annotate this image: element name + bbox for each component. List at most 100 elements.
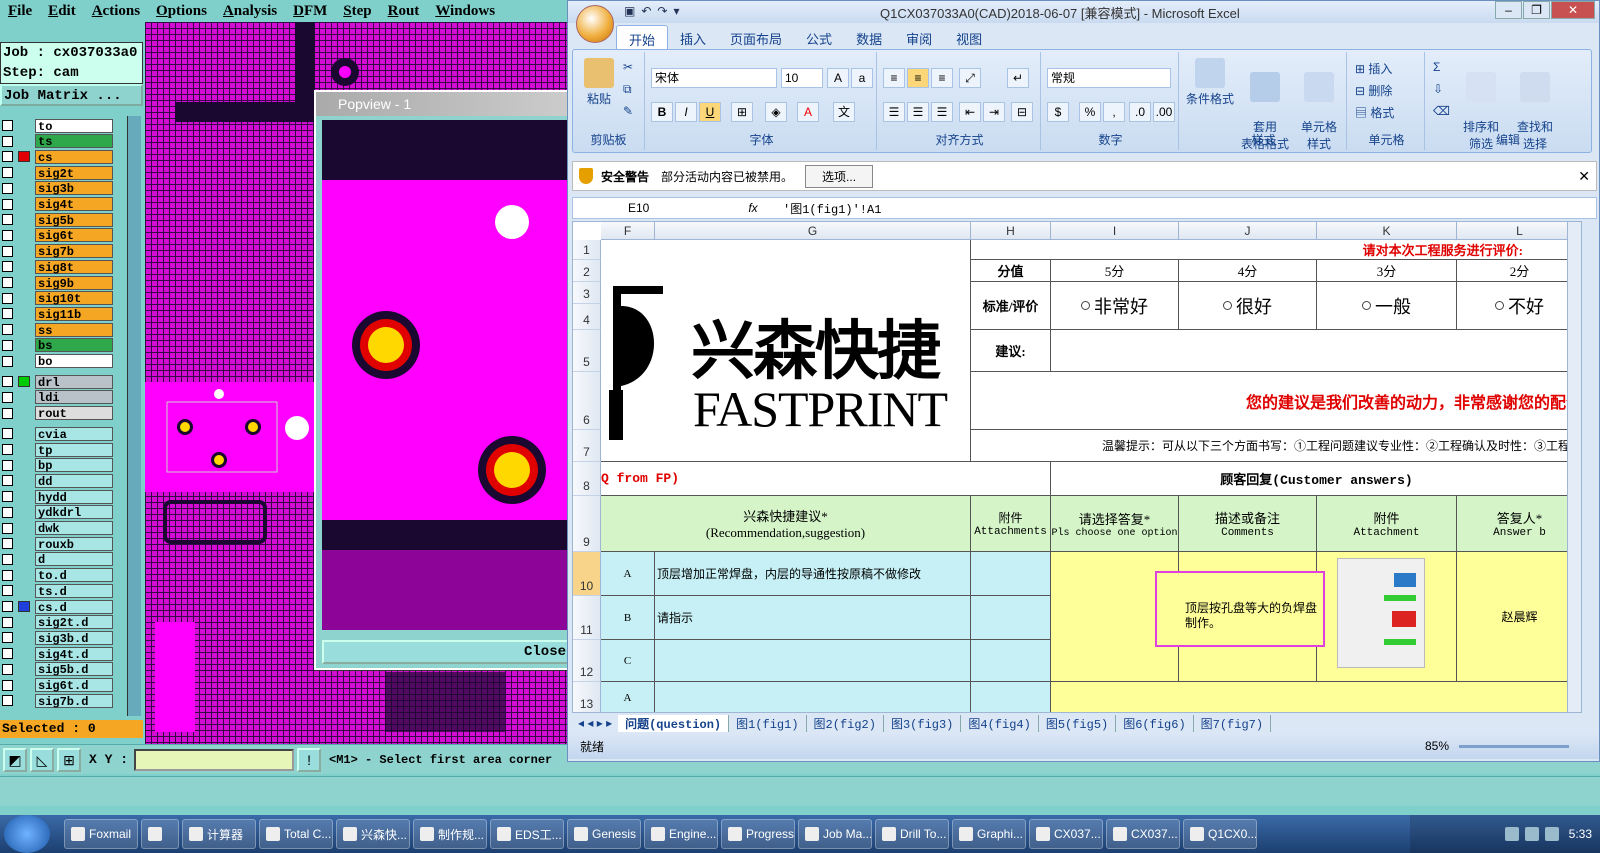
taskbar-item[interactable] xyxy=(141,819,179,849)
layer-name[interactable]: to.d xyxy=(35,568,113,583)
layer-checkbox[interactable] xyxy=(2,585,13,597)
taskbar-item[interactable]: Foxmail xyxy=(64,819,138,849)
layer-row[interactable]: bp xyxy=(0,458,116,473)
layer-checkbox[interactable] xyxy=(2,491,13,503)
item-a2-text[interactable] xyxy=(655,682,971,712)
format-painter-icon[interactable]: ✎ xyxy=(623,104,633,118)
item-a-attachment[interactable] xyxy=(971,552,1051,596)
format-cells-button[interactable]: ▤ 格式 xyxy=(1355,104,1394,121)
tab-review[interactable]: 审阅 xyxy=(894,25,944,49)
layer-name[interactable]: ydkdrl xyxy=(35,505,113,520)
layer-checkbox[interactable] xyxy=(2,538,13,550)
copy-icon[interactable]: ⧉ xyxy=(623,82,632,97)
phonetic-icon[interactable]: 文 xyxy=(833,102,855,122)
close-icon[interactable]: ✕ xyxy=(1551,1,1595,19)
item-b[interactable]: B xyxy=(601,596,655,640)
borders-icon[interactable]: ⊞ xyxy=(731,102,753,122)
layer-row[interactable]: sig3b.d xyxy=(0,630,116,646)
item-c[interactable]: C xyxy=(601,640,655,682)
zoom-area-icon[interactable]: ◩ xyxy=(3,747,27,772)
layer-row[interactable]: ts xyxy=(0,134,116,149)
increase-decimal-icon[interactable]: .0 xyxy=(1129,102,1151,122)
font-color-icon[interactable]: A xyxy=(797,102,819,122)
office-button-icon[interactable] xyxy=(576,5,614,43)
layer-row[interactable]: dwk xyxy=(0,521,116,536)
layer-row[interactable]: dd xyxy=(0,473,116,489)
layer-row[interactable]: ts.d xyxy=(0,583,116,599)
sheet-tab-fig1[interactable]: 图1(fig1) xyxy=(729,714,807,732)
align-left-icon[interactable]: ☰ xyxy=(883,102,905,122)
taskbar-item[interactable]: Drill To... xyxy=(875,819,949,849)
clock[interactable]: 5:33 xyxy=(1569,827,1592,841)
layer-name[interactable]: sig9b xyxy=(35,275,113,291)
layer-checkbox[interactable] xyxy=(2,632,13,644)
align-middle-icon[interactable]: ≡ xyxy=(907,68,929,88)
zoom-level[interactable]: 85% xyxy=(1425,739,1449,753)
layer-name[interactable]: sig7b xyxy=(35,244,113,259)
fx-icon[interactable]: fx xyxy=(723,201,783,215)
column-header-g[interactable]: G xyxy=(655,222,971,240)
layer-checkbox[interactable] xyxy=(2,198,13,210)
security-options-button[interactable]: 选项... xyxy=(805,164,874,188)
layer-name[interactable]: sig6t.d xyxy=(35,678,113,693)
close-warning-icon[interactable]: ✕ xyxy=(1578,168,1590,185)
menu-file[interactable]: File xyxy=(8,3,32,20)
item-a2-attachment[interactable] xyxy=(971,682,1051,712)
layer-name[interactable]: to xyxy=(35,118,113,134)
align-top-icon[interactable]: ≡ xyxy=(883,68,905,88)
layer-name[interactable]: sig6t xyxy=(35,228,113,243)
layer-checkbox[interactable] xyxy=(2,475,13,487)
layer-row[interactable]: sig6t.d xyxy=(0,678,116,693)
layer-checkbox[interactable] xyxy=(2,151,13,163)
sheet-tab-fig7[interactable]: 图7(fig7) xyxy=(1194,714,1272,732)
layer-checkbox[interactable] xyxy=(2,182,13,194)
shrink-font-icon[interactable]: a xyxy=(851,68,873,88)
italic-icon[interactable]: I xyxy=(675,102,697,122)
sheet-tab-question[interactable]: 问题(question) xyxy=(618,714,730,732)
layer-name[interactable]: sig4t.d xyxy=(35,646,113,662)
measure-icon[interactable]: ◺ xyxy=(30,747,54,772)
align-bottom-icon[interactable]: ≡ xyxy=(931,68,953,88)
layer-row[interactable]: bs xyxy=(0,338,116,353)
layer-name[interactable]: cvia xyxy=(35,426,113,442)
taskbar-item[interactable]: Progress xyxy=(721,819,795,849)
taskbar-item[interactable]: Job Ma... xyxy=(798,819,872,849)
tab-home[interactable]: 开始 xyxy=(616,25,669,49)
layer-row[interactable]: hydd xyxy=(0,489,116,505)
layer-row[interactable]: to xyxy=(0,118,116,134)
row-header[interactable]: 6 xyxy=(573,372,601,430)
column-header-j[interactable]: J xyxy=(1179,222,1317,240)
row-header[interactable]: 7 xyxy=(573,430,601,462)
layer-name[interactable]: dwk xyxy=(35,521,113,536)
vertical-scrollbar[interactable] xyxy=(1567,222,1581,712)
layer-row[interactable]: ydkdrl xyxy=(0,505,116,520)
tab-formulas[interactable]: 公式 xyxy=(794,25,844,49)
layer-checkbox[interactable] xyxy=(2,261,13,273)
layer-row[interactable]: d xyxy=(0,552,116,567)
fill-icon[interactable]: ⇩ xyxy=(1433,82,1443,96)
layer-row[interactable]: bo xyxy=(0,354,116,369)
layer-name[interactable]: drl xyxy=(35,374,113,390)
layer-checkbox[interactable] xyxy=(2,376,13,388)
align-right-icon[interactable]: ☰ xyxy=(931,102,953,122)
redo-icon[interactable]: ↷ xyxy=(657,4,667,18)
layer-name[interactable]: sig10t xyxy=(35,291,113,306)
layer-checkbox[interactable] xyxy=(2,245,13,257)
layer-row[interactable]: sig5b xyxy=(0,212,116,228)
layer-name[interactable]: sig5b xyxy=(35,212,113,228)
layer-row[interactable]: drl xyxy=(0,374,116,390)
font-name-combo[interactable]: 宋体 xyxy=(651,68,777,88)
layer-checkbox[interactable] xyxy=(2,339,13,351)
layer-row[interactable]: to.d xyxy=(0,568,116,583)
layer-checkbox[interactable] xyxy=(2,679,13,691)
tray-network-icon[interactable] xyxy=(1504,827,1519,841)
rating-option-excellent[interactable]: 非常好 xyxy=(1051,282,1179,330)
item-b-attachment[interactable] xyxy=(971,596,1051,640)
increase-indent-icon[interactable]: ⇥ xyxy=(983,102,1005,122)
layer-name[interactable]: bp xyxy=(35,458,113,473)
column-header-l[interactable]: L xyxy=(1457,222,1581,240)
layer-name[interactable]: ldi xyxy=(35,390,113,405)
sheet-tab-fig4[interactable]: 图4(fig4) xyxy=(961,714,1039,732)
layer-list-scrollbar[interactable] xyxy=(127,116,141,716)
layer-name[interactable]: rouxb xyxy=(35,536,113,552)
